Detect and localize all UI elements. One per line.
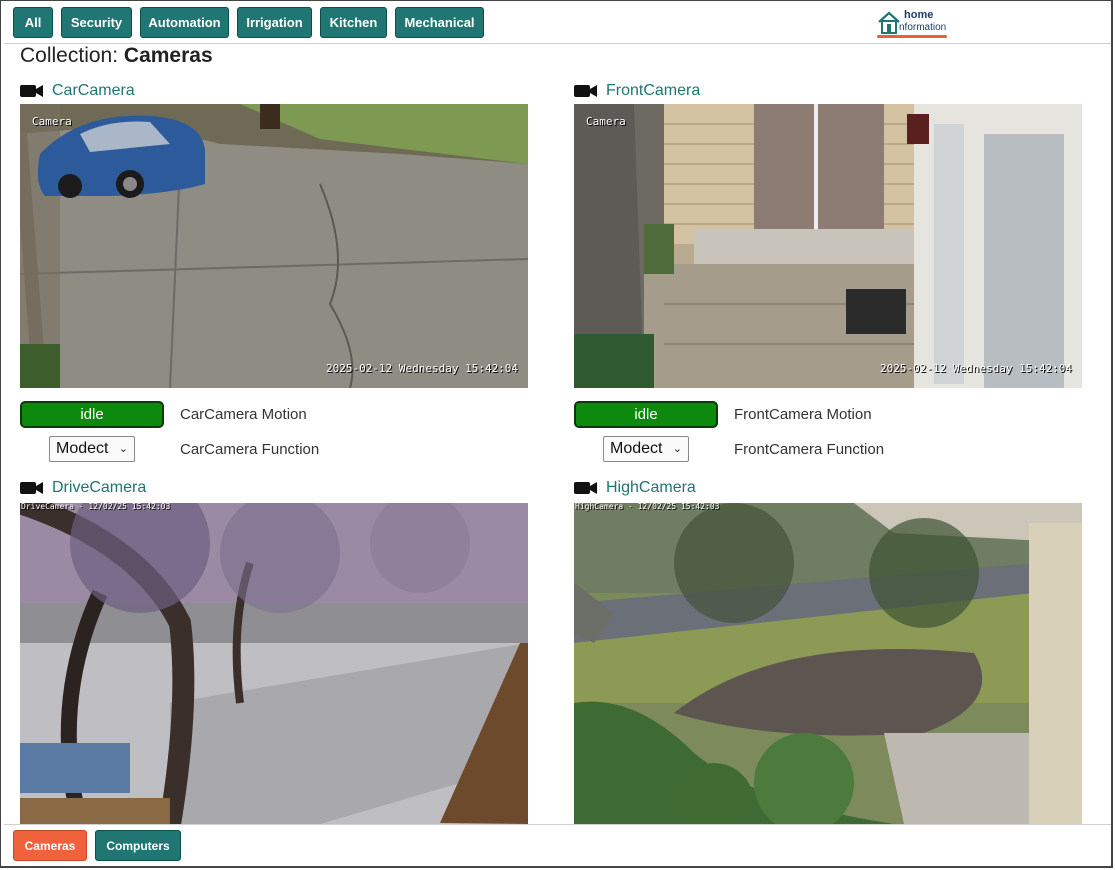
camera-icon [574, 85, 597, 97]
function-select[interactable]: Modect ⌄ [603, 436, 689, 462]
camera-card-front: FrontCamera Camera 2025-02-12 Wednesday … [574, 80, 1082, 465]
feed-timestamp: 2025-02-12 Wednesday 15:42:04 [326, 362, 519, 375]
camera-icon [574, 482, 597, 494]
feed-overlay-label: Camera [586, 115, 626, 128]
camera-feed-car[interactable]: Camera 2025-02-12 Wednesday 15:42:04 [20, 104, 528, 388]
camera-name-link[interactable]: DriveCamera [52, 479, 146, 497]
camera-icon [20, 85, 43, 97]
page-title-collection: Cameras [123, 44, 213, 67]
tab-irrigation[interactable]: Irrigation [237, 7, 312, 38]
motion-label: CarCamera Motion [180, 406, 307, 423]
chevron-down-icon: ⌄ [118, 443, 128, 455]
camera-title[interactable]: FrontCamera [574, 80, 700, 102]
camera-card-drive: DriveCamera DriveCamera - 12/02/25 15:42… [20, 477, 528, 824]
home-information-logo[interactable]: home nformation [874, 8, 948, 39]
camera-title[interactable]: DriveCamera [20, 477, 146, 499]
logo-underline [877, 35, 947, 38]
page-title: Collection: Cameras [20, 44, 213, 68]
camera-name-link[interactable]: HighCamera [606, 479, 696, 497]
camera-title[interactable]: HighCamera [574, 477, 696, 499]
feed-overlay-label: DriveCamera - 12/02/25 15:42:03 [21, 503, 171, 511]
top-nav: All Security Automation Irrigation Kitch… [4, 4, 1111, 44]
motion-status-badge: idle [20, 401, 164, 428]
tab-automation[interactable]: Automation [140, 7, 229, 38]
camera-card-high: HighCamera HighCamera - 12/02/25 15:42:0… [574, 477, 1082, 824]
camera-name-link[interactable]: FrontCamera [606, 82, 700, 100]
function-select-value: Modect [610, 440, 663, 457]
logo-text-home: home [904, 9, 934, 21]
chevron-down-icon: ⌄ [672, 443, 682, 455]
page-title-prefix: Collection: [20, 44, 119, 67]
camera-name-link[interactable]: CarCamera [52, 82, 135, 100]
tab-mechanical[interactable]: Mechanical [395, 7, 484, 38]
tab-security[interactable]: Security [61, 7, 132, 38]
function-label: FrontCamera Function [734, 441, 885, 458]
camera-feed-high[interactable]: HighCamera - 12/02/25 15:42:03 [574, 503, 1082, 824]
tab-computers[interactable]: Computers [95, 830, 181, 861]
camera-feed-front[interactable]: Camera 2025-02-12 Wednesday 15:42:04 [574, 104, 1082, 388]
tab-all[interactable]: All [13, 7, 53, 38]
motion-label: FrontCamera Motion [734, 406, 872, 423]
tab-cameras[interactable]: Cameras [13, 830, 87, 861]
tab-kitchen[interactable]: Kitchen [320, 7, 387, 38]
camera-title[interactable]: CarCamera [20, 80, 135, 102]
feed-timestamp: 2025-02-12 Wednesday 15:42:04 [880, 362, 1073, 375]
feed-overlay-label: HighCamera - 12/02/25 15:42:03 [575, 503, 720, 511]
camera-icon [20, 482, 43, 494]
function-label: CarCamera Function [180, 441, 320, 458]
house-icon [878, 11, 900, 34]
function-select-value: Modect [56, 440, 109, 457]
motion-status-badge: idle [574, 401, 718, 428]
camera-card-car: CarCamera Camera 2025-02-12 Wednesday 15… [20, 80, 528, 465]
feed-overlay-label: Camera [32, 115, 72, 128]
bottom-nav: Cameras Computers [4, 824, 1111, 867]
camera-feed-drive[interactable]: DriveCamera - 12/02/25 15:42:03 [20, 503, 528, 824]
logo-text-information: nformation [899, 22, 947, 33]
function-select[interactable]: Modect ⌄ [49, 436, 135, 462]
